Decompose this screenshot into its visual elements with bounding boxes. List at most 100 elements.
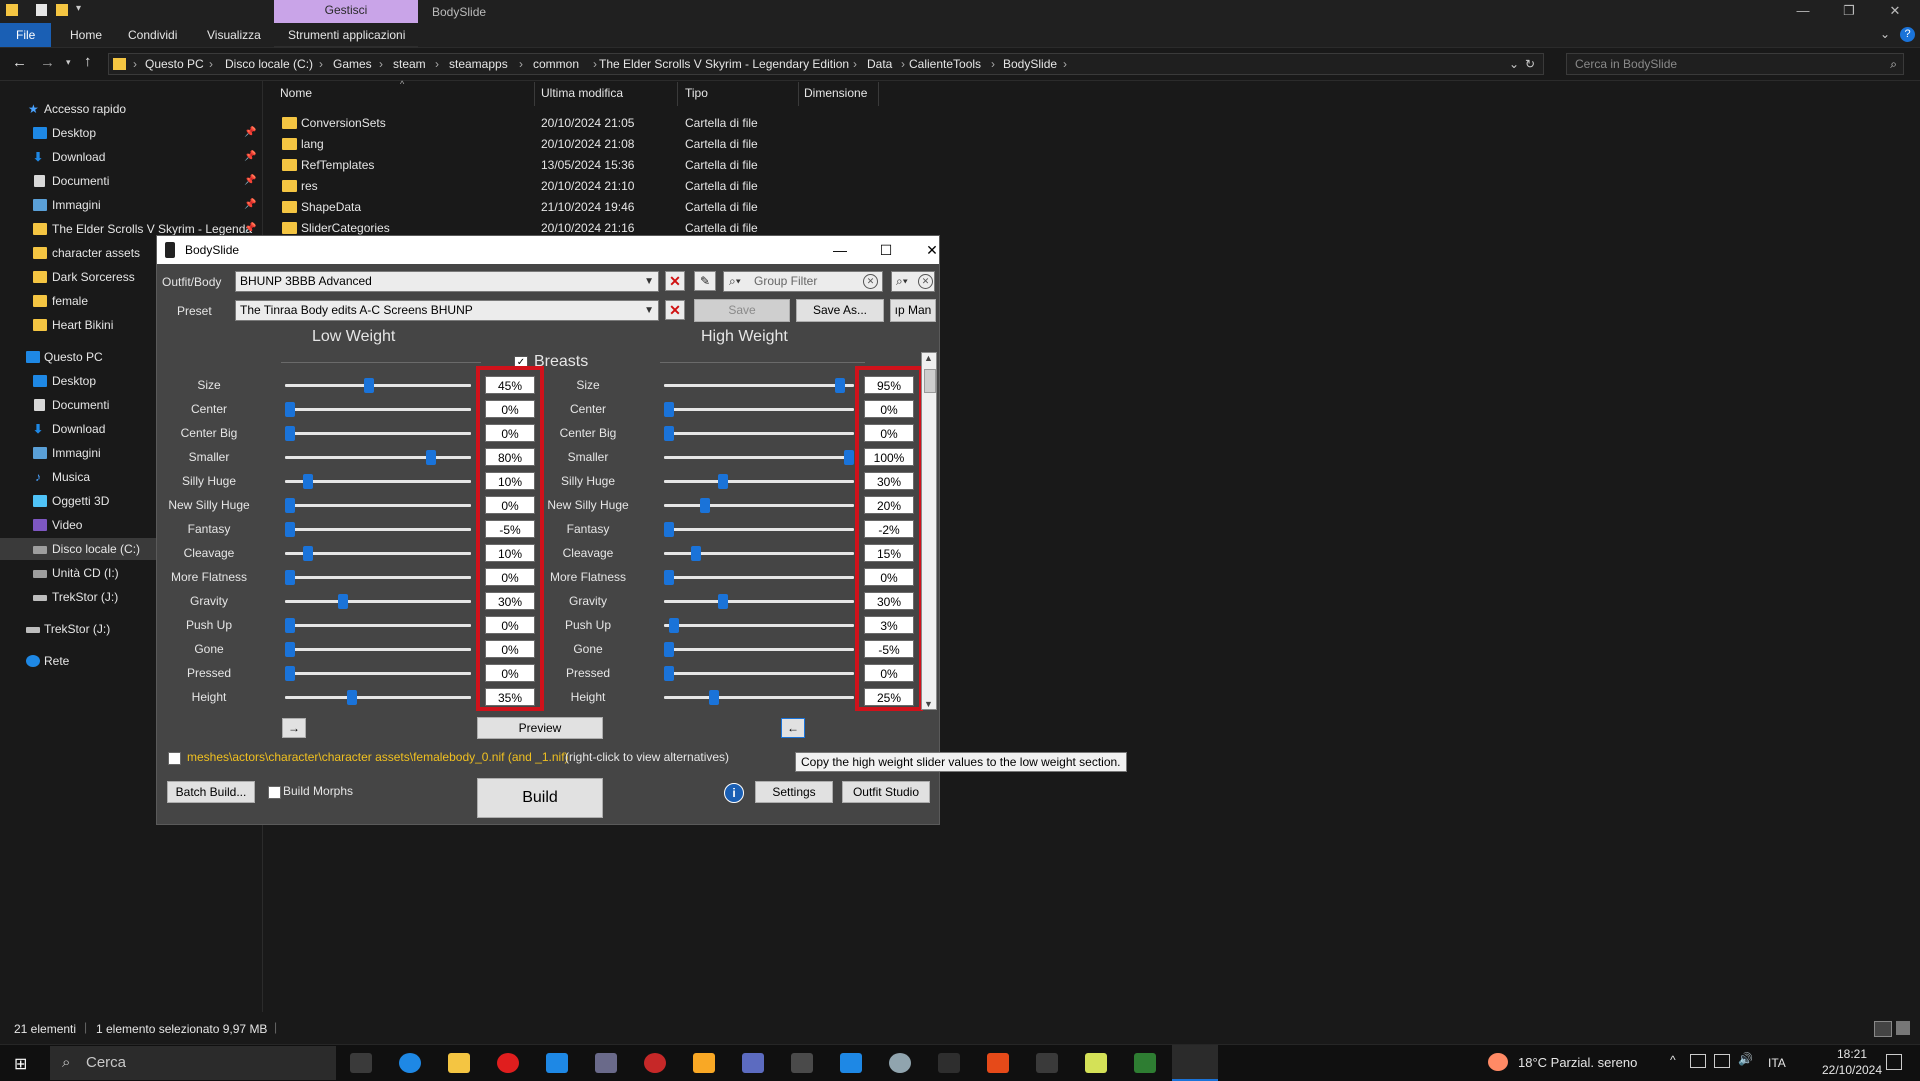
properties-icon[interactable] — [36, 4, 47, 16]
clear-icon[interactable]: ✕ — [918, 274, 933, 289]
store-icon[interactable] — [546, 1053, 568, 1073]
display-tray-icon[interactable] — [1714, 1054, 1730, 1068]
tab-manage[interactable]: Gestisci — [274, 0, 418, 23]
taskbar-search[interactable]: ⌕ Cerca — [50, 1046, 336, 1080]
breadcrumb-questo-pc[interactable]: Questo PC — [145, 57, 204, 71]
help-icon[interactable]: ? — [1900, 27, 1915, 42]
copy-high-to-low-button[interactable]: ← — [781, 718, 805, 738]
column-divider[interactable] — [534, 82, 535, 106]
breadcrumb-common[interactable]: common — [533, 57, 579, 71]
column-divider[interactable] — [798, 82, 799, 106]
high-slider-thumb[interactable] — [835, 378, 845, 393]
notes-icon[interactable] — [1085, 1053, 1107, 1073]
high-slider-track[interactable] — [664, 504, 854, 507]
edge-icon[interactable] — [399, 1053, 421, 1073]
recorder-icon[interactable] — [644, 1053, 666, 1073]
high-slider-track[interactable] — [664, 528, 854, 531]
pen-tool-icon[interactable] — [742, 1053, 764, 1073]
forward-arrow-icon[interactable]: → — [40, 54, 55, 71]
column-header-type[interactable]: Tipo — [685, 86, 708, 100]
up-arrow-icon[interactable]: ↑ — [84, 53, 92, 70]
toolbox-icon[interactable] — [693, 1053, 715, 1073]
clock-time[interactable]: 18:21 — [1820, 1047, 1884, 1061]
high-slider-thumb[interactable] — [664, 426, 674, 441]
clock-date[interactable]: 22/10/2024 — [1820, 1063, 1884, 1077]
quick-access-dropdown-icon[interactable]: ▾ — [76, 3, 81, 14]
high-slider-thumb[interactable] — [664, 402, 674, 417]
high-slider-track[interactable] — [664, 576, 854, 579]
minimize-button[interactable]: — — [1780, 0, 1826, 23]
opera-icon[interactable] — [497, 1053, 519, 1073]
preview-button[interactable]: Preview — [477, 717, 603, 739]
weather-icon[interactable] — [1488, 1053, 1508, 1071]
fallout-app-icon[interactable] — [987, 1053, 1009, 1073]
column-header-name[interactable]: Nome — [280, 86, 312, 100]
scroll-down-icon[interactable]: ▼ — [924, 699, 933, 709]
copy-low-to-high-button[interactable]: → — [282, 718, 306, 738]
column-divider[interactable] — [677, 82, 678, 106]
restore-button[interactable]: ❐ — [1826, 0, 1872, 23]
volume-icon[interactable]: 🔊 — [1738, 1052, 1753, 1066]
slider-scrollbar[interactable]: ▲ ▼ — [921, 352, 937, 710]
high-slider-thumb[interactable] — [700, 498, 710, 513]
file-row[interactable]: RefTemplates 13/05/2024 15:36 Cartella d… — [278, 155, 878, 176]
build-button[interactable]: Build — [477, 778, 603, 818]
high-slider-track[interactable] — [664, 648, 854, 651]
high-slider-thumb[interactable] — [664, 570, 674, 585]
notification-icon[interactable] — [1886, 1054, 1902, 1070]
window-app-icon[interactable] — [840, 1053, 862, 1073]
breadcrumb-steam[interactable]: steam — [393, 57, 426, 71]
high-slider-thumb[interactable] — [709, 690, 719, 705]
nav-quick-desktop[interactable]: Desktop 📌 — [0, 122, 262, 144]
file-row[interactable]: ConversionSets 20/10/2024 21:05 Cartella… — [278, 113, 878, 134]
breadcrumb-games[interactable]: Games — [333, 57, 372, 71]
high-slider-track[interactable] — [664, 480, 854, 483]
tray-chevron-icon[interactable]: ^ — [1670, 1053, 1676, 1067]
bodyslide-active-task[interactable] — [1172, 1045, 1218, 1081]
high-slider-thumb[interactable] — [664, 642, 674, 657]
outfit-studio-button[interactable]: Outfit Studio — [842, 781, 930, 803]
nav-quick-access[interactable]: ★ Accesso rapido — [0, 98, 262, 120]
breadcrumb-calientetools[interactable]: CalienteTools — [909, 57, 981, 71]
task-view-icon[interactable] — [350, 1053, 372, 1073]
high-slider-track[interactable] — [664, 456, 854, 459]
batch-build-button[interactable]: Batch Build... — [167, 781, 255, 803]
high-slider-thumb[interactable] — [844, 450, 854, 465]
breadcrumb-steamapps[interactable]: steamapps — [449, 57, 508, 71]
windows-start-icon[interactable]: ⊞ — [14, 1054, 27, 1074]
column-divider[interactable] — [878, 82, 879, 106]
game-launcher-icon[interactable] — [595, 1053, 617, 1073]
mod-manager-icon[interactable] — [938, 1053, 960, 1073]
close-button[interactable]: ✕ — [1872, 0, 1918, 23]
bodyslide-close-button[interactable]: ✕ — [917, 240, 947, 260]
address-bar[interactable]: › Questo PC › Disco locale (C:) › Games … — [108, 53, 1544, 75]
high-slider-thumb[interactable] — [718, 474, 728, 489]
new-folder-icon[interactable] — [56, 4, 68, 16]
tab-app-tools[interactable]: Strumenti applicazioni — [288, 23, 405, 47]
high-slider-track[interactable] — [664, 600, 854, 603]
tab-view[interactable]: Visualizza — [207, 23, 261, 47]
high-slider-track[interactable] — [664, 432, 854, 435]
ribbon-expand-icon[interactable]: ⌄ — [1880, 27, 1890, 41]
scroll-up-icon[interactable]: ▲ — [924, 353, 933, 363]
recent-dropdown-icon[interactable]: ▾ — [66, 57, 71, 68]
high-slider-track[interactable] — [664, 624, 854, 627]
details-view-icon[interactable] — [1874, 1021, 1892, 1037]
column-header-modified[interactable]: Ultima modifica — [541, 86, 623, 100]
output-checkbox[interactable] — [168, 752, 181, 765]
tab-home[interactable]: Home — [70, 23, 102, 47]
bodyslide-task-icon[interactable] — [1036, 1053, 1058, 1073]
breadcrumb-skyrim[interactable]: The Elder Scrolls V Skyrim - Legendary E… — [599, 57, 849, 71]
build-morphs-checkbox[interactable] — [268, 786, 281, 799]
tiles-view-icon[interactable] — [1896, 1021, 1910, 1035]
breadcrumb-data[interactable]: Data — [867, 57, 892, 71]
output-path[interactable]: meshes\actors\character\character assets… — [187, 750, 569, 764]
file-explorer-icon[interactable] — [448, 1053, 470, 1073]
high-slider-thumb[interactable] — [664, 522, 674, 537]
weather-text[interactable]: 18°C Parzial. sereno — [1518, 1055, 1637, 1070]
high-slider-thumb[interactable] — [664, 666, 674, 681]
refresh-icon[interactable]: ↻ — [1525, 57, 1535, 71]
high-slider-thumb[interactable] — [669, 618, 680, 633]
file-row[interactable]: lang 20/10/2024 21:08 Cartella di file — [278, 134, 878, 155]
language-indicator[interactable]: ITA — [1768, 1056, 1786, 1070]
